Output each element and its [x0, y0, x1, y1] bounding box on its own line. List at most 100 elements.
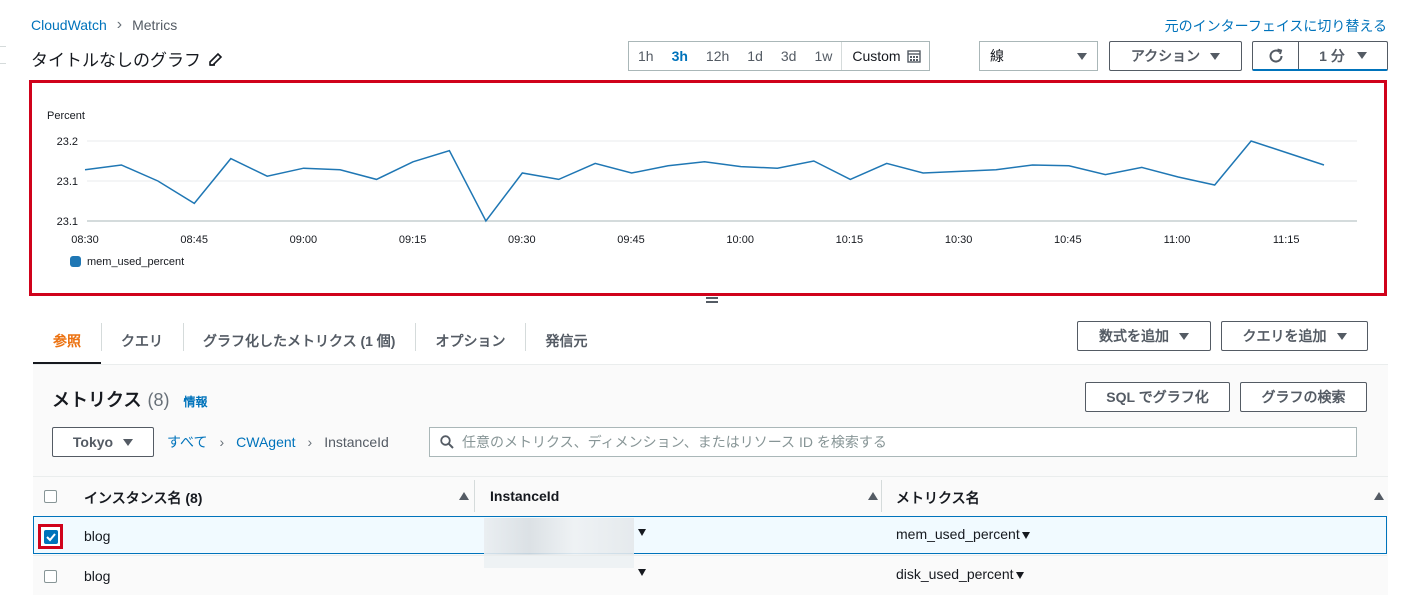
chevron-right-icon: › — [116, 16, 123, 33]
sort-ascending-icon[interactable] — [459, 492, 469, 500]
redacted-instance-id — [484, 556, 634, 568]
graph-search-label: グラフの検索 — [1261, 389, 1346, 405]
refresh-control: 1 分 — [1252, 41, 1388, 71]
x-tick-label: 09:30 — [508, 234, 536, 246]
graph-title[interactable]: タイトルなしのグラフ — [31, 46, 223, 71]
caret-down-icon — [1179, 332, 1189, 340]
select-all-checkbox[interactable] — [44, 490, 57, 503]
column-header-instance-name[interactable]: インスタンス名 (8) — [84, 488, 202, 508]
region-label: Tokyo — [72, 434, 114, 450]
filter-dropdown-icon[interactable] — [638, 529, 646, 536]
tab-item[interactable]: クエリ — [101, 318, 183, 364]
time-range-option[interactable]: 3d — [772, 42, 806, 70]
refresh-icon — [1269, 48, 1283, 63]
legend-label: mem_used_percent — [87, 256, 184, 268]
tab-item[interactable]: グラフ化したメトリクス (1 個) — [183, 318, 415, 364]
metric-name-cell: disk_used_percent — [896, 566, 1024, 582]
nav-namespace-link[interactable]: CWAgent — [236, 434, 295, 450]
nav-dimension: InstanceId — [324, 434, 389, 450]
chevron-right-icon: › — [307, 434, 313, 450]
instance-name-cell: blog — [84, 528, 111, 544]
caret-down-icon — [123, 438, 134, 446]
filter-dropdown-icon[interactable] — [638, 569, 646, 576]
column-divider[interactable] — [474, 480, 475, 512]
tab-item[interactable]: オプション — [415, 318, 525, 364]
x-tick-label: 10:30 — [945, 234, 973, 246]
period-label: 1 分 — [1319, 47, 1345, 64]
actions-button[interactable]: アクション — [1109, 41, 1242, 71]
time-range-option[interactable]: 3h — [663, 42, 697, 70]
column-divider[interactable] — [881, 480, 882, 512]
sort-ascending-icon[interactable] — [868, 492, 878, 500]
chart-type-value: 線 — [990, 48, 1004, 64]
column-header-instance-id[interactable]: InstanceId — [490, 488, 559, 504]
x-tick-label: 10:45 — [1054, 234, 1082, 246]
add-expression-button[interactable]: 数式を追加 — [1077, 321, 1211, 351]
y-tick-label: 23.2 — [57, 136, 78, 148]
metric-search-input[interactable] — [462, 434, 1356, 450]
refresh-period-dropdown[interactable]: 1 分 — [1299, 42, 1387, 69]
tab-item[interactable]: 参照 — [33, 318, 101, 364]
x-tick-label: 11:00 — [1164, 234, 1191, 246]
graph-title-text: タイトルなしのグラフ — [31, 51, 201, 70]
time-range-custom[interactable]: Custom — [841, 42, 928, 70]
instance-name-cell: blog — [84, 568, 111, 584]
caret-down-icon — [1077, 52, 1087, 60]
metric-name-text: mem_used_percent — [896, 526, 1020, 542]
x-tick-label: 09:45 — [617, 234, 645, 246]
time-range-option[interactable]: 1h — [629, 42, 663, 70]
table-row[interactable] — [33, 555, 1387, 595]
add-query-button[interactable]: クエリを追加 — [1221, 321, 1368, 351]
edit-icon[interactable] — [209, 52, 223, 66]
add-expression-label: 数式を追加 — [1099, 328, 1169, 344]
metrics-header: メトリクス (8) 情報 — [52, 386, 207, 412]
metrics-count: (8) — [147, 390, 170, 410]
filter-dropdown-icon[interactable] — [1015, 571, 1024, 579]
actions-label: アクション — [1130, 48, 1201, 64]
graph-search-button[interactable]: グラフの検索 — [1240, 382, 1367, 412]
table-row[interactable] — [33, 516, 1387, 554]
checkmark-icon — [43, 529, 58, 544]
legend-swatch — [70, 256, 81, 267]
info-link[interactable]: 情報 — [183, 393, 207, 410]
tab-item[interactable]: 発信元 — [525, 318, 607, 364]
resize-handle[interactable] — [706, 297, 718, 305]
time-range-option[interactable]: 12h — [697, 42, 738, 70]
switch-interface-link[interactable]: 元のインターフェイスに切り替える — [1165, 16, 1387, 36]
left-edge-divider — [0, 46, 6, 64]
caret-down-icon — [1356, 52, 1367, 59]
nav-all-link[interactable]: すべて — [167, 432, 207, 452]
y-axis-label: Percent — [47, 110, 85, 122]
metric-name-cell: mem_used_percent — [896, 526, 1030, 542]
time-range-option[interactable]: 1d — [738, 42, 772, 70]
region-select[interactable]: Tokyo — [52, 427, 154, 457]
x-tick-label: 09:15 — [399, 234, 427, 246]
sql-graph-button[interactable]: SQL でグラフ化 — [1085, 382, 1230, 412]
metrics-title: メトリクス — [52, 390, 142, 410]
time-range-selector: 1h 3h 12h 1d 3d 1w Custom — [628, 41, 930, 71]
x-tick-label: 08:45 — [180, 234, 208, 246]
metrics-chart: Percent 23.2 23.1 23.1 08:30 08:45 09:00 09:15 0… — [29, 80, 1387, 296]
sql-graph-label: SQL でグラフ化 — [1106, 389, 1209, 405]
caret-down-icon — [1336, 332, 1347, 340]
row-checkbox-checked[interactable] — [38, 524, 63, 549]
chevron-right-icon: › — [219, 434, 225, 450]
column-header-metric-name[interactable]: メトリクス名 — [896, 488, 980, 508]
chart-type-select[interactable]: 線 — [979, 41, 1098, 71]
breadcrumb-cloudwatch-link[interactable]: CloudWatch — [31, 17, 107, 33]
metric-namespace-path: すべて › CWAgent › InstanceId — [167, 432, 389, 452]
time-range-option[interactable]: 1w — [805, 42, 841, 70]
y-tick-label: 23.1 — [57, 216, 78, 228]
caret-down-icon — [1210, 52, 1221, 60]
metric-search-box — [429, 427, 1357, 457]
row-checkbox[interactable] — [44, 570, 57, 583]
x-tick-label: 10:00 — [726, 234, 754, 246]
refresh-button[interactable] — [1253, 42, 1299, 69]
search-icon — [440, 435, 454, 449]
calendar-icon — [906, 50, 921, 63]
filter-dropdown-icon[interactable] — [1021, 531, 1030, 539]
sort-ascending-icon[interactable] — [1374, 492, 1384, 500]
breadcrumb: CloudWatch › Metrics — [31, 16, 177, 34]
y-tick-label: 23.1 — [57, 176, 78, 188]
line-chart: Percent 23.2 23.1 23.1 08:30 08:45 09:00 09:15 0… — [47, 110, 1357, 268]
